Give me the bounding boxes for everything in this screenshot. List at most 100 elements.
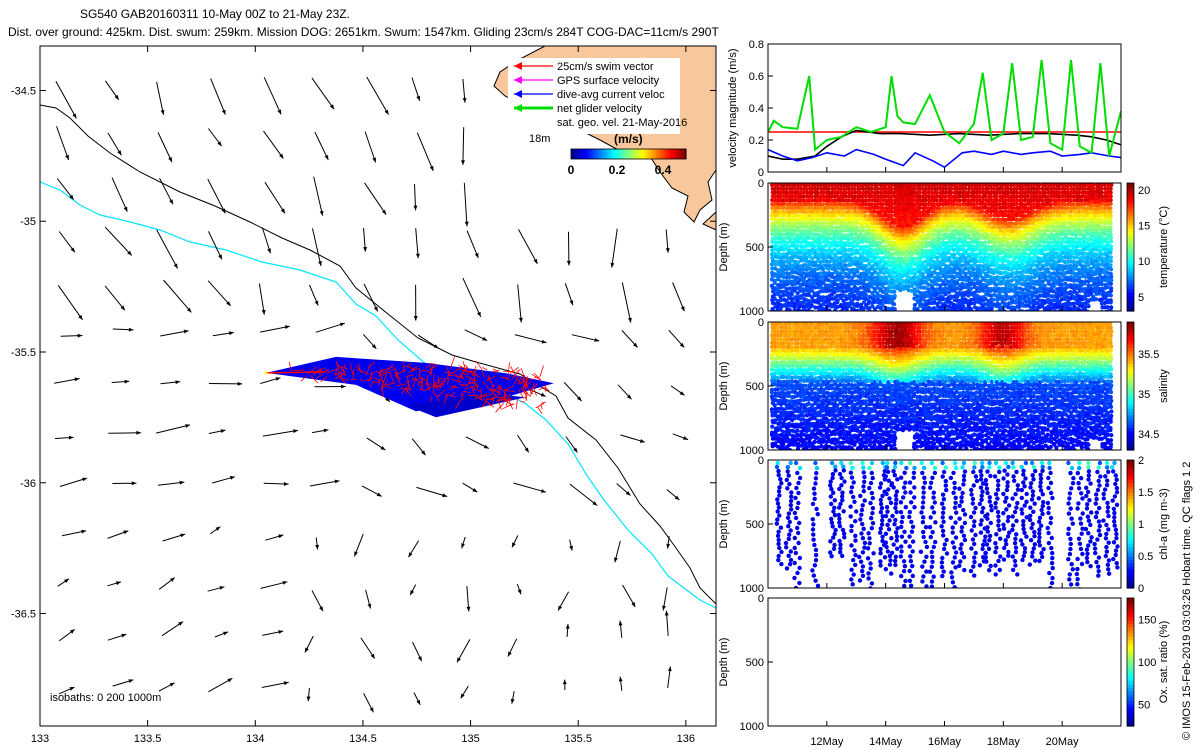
section-sample [1042,283,1047,288]
map-y-tick-label: -36 [20,478,36,490]
legend-label: sat. geo. vel. 21-May-2016 [557,117,687,129]
section-sample [1086,304,1091,309]
section-sample [835,300,840,305]
velocity-arrow [462,482,478,493]
velocity-arrow [155,424,191,434]
arrow-head [517,589,522,595]
section-sample [1008,273,1014,279]
arrow-shaft [672,282,685,312]
section-sample [820,202,826,207]
dive-avg-current-band [266,356,554,412]
section-sample [769,367,775,372]
velocity-arrow [104,226,133,256]
arrow-head [380,446,386,451]
section-sample [1079,229,1085,234]
section-sample [983,221,988,226]
arrow-shaft [56,126,70,161]
velocity-arrow [363,227,367,252]
section-colorbar-tick: 20 [1138,185,1150,197]
arrow-head [284,325,290,329]
velocity-arrow [212,476,236,484]
velocity-arrow [571,334,600,342]
arrow-head [124,379,130,384]
velocity-arrow [112,481,137,486]
arrow-head [275,377,281,381]
velocity-y-tick-label: 0.4 [749,103,764,115]
velocity-arrow [157,480,185,486]
section-sample [1026,243,1031,248]
section-sample [1023,251,1028,256]
velocity-arrow [107,633,127,641]
section-sample [866,254,871,259]
arrow-head [662,605,666,611]
section-sample [1093,297,1099,302]
section-sample [855,269,860,274]
velocity-arrow [158,577,176,590]
map-legend: 25cm/s swim vectorGPS surface velocitydi… [508,58,687,134]
section-sample [789,292,794,297]
section-sample [812,244,817,249]
section-sample [772,420,777,425]
velocity-arrow [460,685,469,699]
section-sample [1108,300,1113,305]
section-sample [977,236,982,241]
velocity-arrow [54,435,74,440]
velocity-arrow [461,127,465,165]
section-sample [994,206,999,211]
arrow-shaft [611,228,618,268]
section-sample [826,205,832,210]
section-sample [932,205,937,210]
map-x-tick-label: 136 [677,733,695,745]
section-sample [798,183,803,188]
velocity-arrow [212,331,234,337]
arrow-head [460,693,465,699]
arrow-shaft [207,178,226,214]
section-sample [1108,201,1113,206]
arrow-shaft [514,334,547,344]
velocity-arrow [208,231,223,260]
velocity-arrow [263,77,282,115]
velocity-arrow [61,529,87,537]
section-sample [1031,293,1036,298]
section-sample [1108,210,1113,215]
section-sample [795,221,800,226]
arrow-shaft [517,284,522,323]
section-sample [948,209,954,214]
section-sample [855,220,860,225]
section-sample [866,236,872,241]
velocity-arrow [413,284,418,321]
velocity-arrow [361,485,382,497]
velocity-arrow [569,483,598,506]
velocity-arrow [665,229,670,253]
arrow-head [114,94,119,100]
velocity-arrow [365,589,372,609]
velocity-arrow [263,482,289,486]
section-sample [900,279,905,284]
section-sample [787,266,792,271]
arrow-head [341,384,346,389]
arrow-shaft [463,182,468,227]
velocity-arrow [56,178,74,200]
section-sample [986,217,991,222]
section-sample [889,213,894,218]
velocity-arrow [672,433,689,441]
section-sample [1057,198,1062,203]
arrow-head [566,260,571,266]
arrow-shaft [518,229,538,265]
section-sample [1040,198,1045,203]
section-sample [949,190,954,195]
map-panel: 25cm/s swim vectorGPS surface velocitydi… [11,45,717,745]
section-sample [815,190,820,195]
section-sample [809,202,814,207]
velocity-arrow [59,477,88,487]
section-sample [991,270,996,276]
arrow-head [565,624,570,629]
arrow-head [664,610,669,616]
velocity-arrow [462,78,467,103]
arrow-head [354,551,358,557]
velocity-arrow [618,620,623,638]
speed-colorbar-label: (m/s) [614,132,643,146]
velocity-arrow [162,533,186,542]
section-sample [917,190,922,195]
section-sample [1068,183,1073,188]
